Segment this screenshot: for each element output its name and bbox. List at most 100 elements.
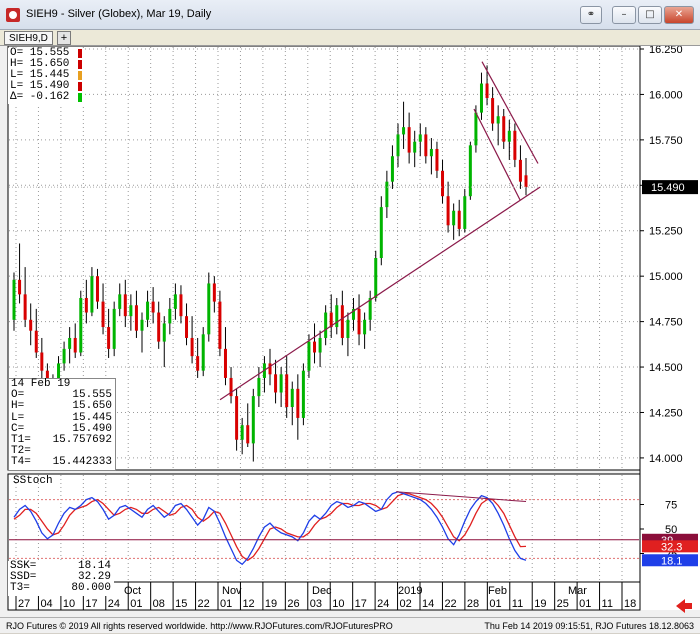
ohlc-legend: O= 15.555 H= 15.650 L= 15.445 L= 15.490 … [8,48,84,104]
stoch-tick-label: 75 [665,500,677,512]
databox-t4: T4= 15.442333 [11,456,112,469]
close-button[interactable]: ✕ [664,6,694,24]
price-tick-label: 15.250 [649,226,683,238]
date-label: 18 [624,598,636,610]
candle-body [335,305,339,328]
candle-body [285,374,289,408]
date-label: 02 [400,598,412,610]
candle-body [118,294,122,309]
candle-body [12,279,16,320]
date-label: 17 [355,598,367,610]
candle-body [157,312,161,342]
add-tab-button[interactable]: + [57,31,71,45]
candle-body [424,134,428,157]
date-label: 01 [579,598,591,610]
candle-body [446,196,450,226]
stoch-marker-label: 18.1 [661,555,682,567]
date-label: 15 [175,598,187,610]
candle-body [168,308,172,324]
month-label: Nov [222,585,242,597]
candle-body [407,127,411,153]
candle-body [313,341,317,353]
candle-body [90,276,94,313]
month-label: Feb [488,585,507,597]
date-label: 24 [377,598,389,610]
date-label: 11 [512,598,523,610]
date-label: 01 [489,598,501,610]
scroll-left-arrow-icon[interactable] [674,598,694,614]
date-label: 17 [85,598,97,610]
price-tick-label: 14.250 [649,407,683,419]
chart-area[interactable]: 27 04 10 17 24 01 08 15 22 01 12 19 26 03 10 17 24 02 14 22… [0,46,700,614]
candle-body [185,316,189,338]
candle-body [212,283,216,302]
month-label: 2019 [398,585,422,597]
stoch-t3: T3= 80.000 [10,582,111,594]
candle-body [429,148,433,157]
candle-body [390,156,394,182]
date-label: 03 [310,598,322,610]
candle-body [201,334,205,371]
month-label: Mar [568,585,587,597]
price-tick-label: 15.000 [649,271,683,283]
candle-body [374,258,378,298]
maximize-button[interactable]: □ [638,6,662,24]
cursor-data-box: 14 Feb 19 O= 15.555 H= 15.650 L= 15.445 C= 1… [8,378,116,471]
candle-body [251,396,255,444]
candle-body [207,283,211,335]
price-tick-label: 14.500 [649,362,683,374]
candle-body [363,319,367,335]
date-label: 01 [130,598,142,610]
date-label: 22 [444,598,456,610]
date-label: 04 [40,598,52,610]
minimize-button[interactable]: – [612,6,636,24]
price-tick-label: 15.750 [649,135,683,147]
candle-body [79,297,83,353]
candle-body [502,116,506,142]
candle-body [68,337,72,349]
candle-body [140,319,144,331]
candle-body [40,352,44,371]
candle-body [513,130,517,160]
date-label: 28 [467,598,479,610]
candle-body [146,301,150,320]
candle-body [73,337,77,353]
candle-body [457,210,461,229]
candle-body [34,330,38,353]
candle-body [23,294,27,320]
candle-body [246,425,250,444]
candle-body [223,348,227,378]
candle-body [268,363,272,375]
chain-link-icon[interactable]: ⚭ [580,6,602,24]
tab-symbol[interactable]: SIEH9,D [4,31,53,45]
candle-body [485,83,489,99]
candle-body [235,396,239,440]
candle-body [101,301,105,328]
candle-body [452,210,456,226]
status-timestamp: Thu Feb 14 2019 09:15:51, RJO Futures 18… [484,621,694,631]
date-label: 01 [220,598,232,610]
date-label: 14 [422,598,434,610]
title-bar[interactable]: SIEH9 - Silver (Globex), Mar 19, Daily ⚭… [0,0,700,30]
chart-tab-bar: SIEH9,D + [0,30,700,46]
candle-body [507,130,511,142]
candle-body [307,341,311,371]
candle-body [190,337,194,357]
candle-body [129,305,133,317]
candle-body [279,374,283,393]
date-label: 08 [153,598,165,610]
price-tick-label: 14.750 [649,317,683,329]
app-logo-icon [6,8,20,22]
date-label: 10 [332,598,344,610]
candle-body [340,305,344,338]
candle-body [134,305,138,331]
candle-body [441,170,445,197]
candle-body [379,207,383,258]
candle-body [324,312,328,338]
candle-body [491,98,495,124]
price-chart-svg[interactable]: 27 04 10 17 24 01 08 15 22 01 12 19 26 03 10 17 24 02 14 22… [0,46,700,614]
date-label: 11 [602,598,613,610]
candle-body [463,196,467,229]
candle-body [474,112,478,146]
status-bar: RJO Futures © 2019 All rights reserved w… [0,617,700,633]
